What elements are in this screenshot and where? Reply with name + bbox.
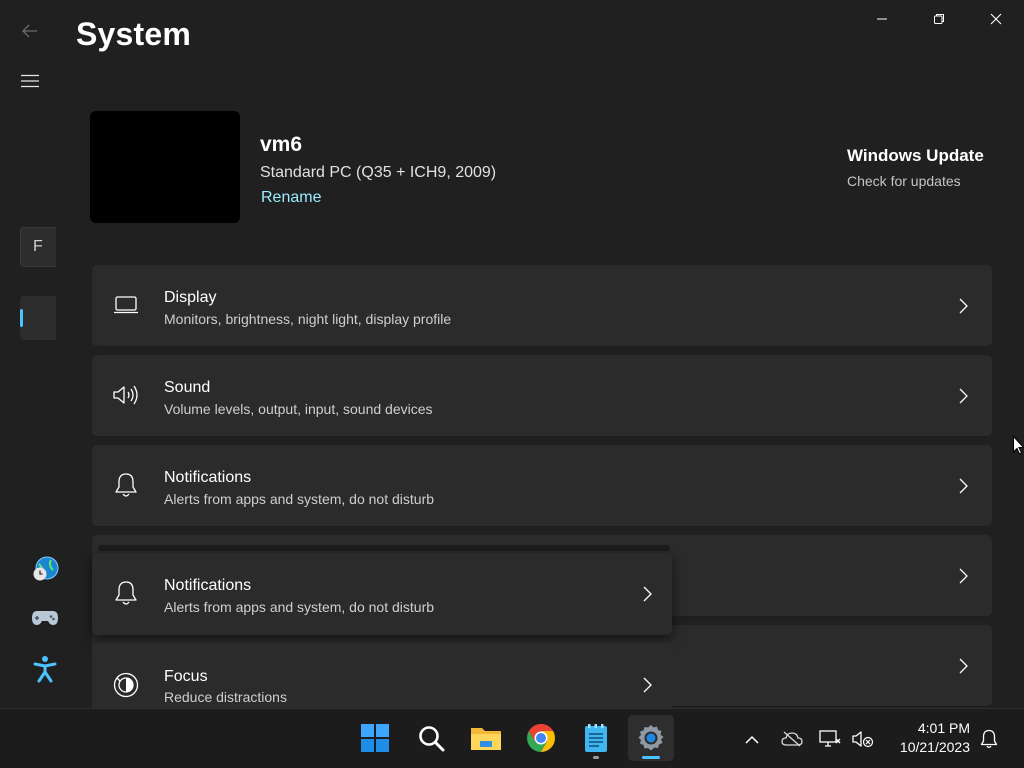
clock-date: 10/21/2023 xyxy=(899,739,970,755)
restore-icon xyxy=(933,14,944,24)
chevron-right-icon xyxy=(956,656,970,676)
page-title: System xyxy=(76,16,192,52)
card-notifications[interactable]: Notifications Alerts from apps and syste… xyxy=(92,445,992,527)
taskbar: 4:01 PM 10/21/2023 xyxy=(0,708,1024,768)
clock[interactable]: 4:01 PM 10/21/2023 xyxy=(880,719,970,757)
rename-link[interactable]: Rename xyxy=(261,189,321,207)
app-running-indicator xyxy=(593,756,599,759)
onedrive-icon xyxy=(781,731,803,747)
speaker-icon xyxy=(112,381,140,409)
taskbar-notepad[interactable] xyxy=(573,715,619,761)
card-subtitle: Reduce distractions xyxy=(164,689,287,705)
nav-gaming[interactable] xyxy=(30,603,60,633)
network-icon xyxy=(819,730,841,747)
card-title: Notifications xyxy=(164,577,252,594)
chrome-icon xyxy=(527,724,555,752)
file-explorer-icon xyxy=(471,728,501,750)
chevron-right-icon xyxy=(956,476,970,496)
chevron-up-icon xyxy=(745,735,759,744)
caption-buttons xyxy=(853,0,1024,38)
windows-update-subtitle: Check for updates xyxy=(847,173,961,189)
device-name: vm6 xyxy=(260,133,303,156)
chevron-right-icon xyxy=(956,386,970,406)
nav-accessibility[interactable] xyxy=(30,654,60,684)
taskbar-file-explorer[interactable] xyxy=(463,715,509,761)
bell-icon xyxy=(980,729,998,749)
hamburger-menu-button[interactable] xyxy=(14,68,46,94)
card-focus[interactable]: Focus Reduce distractions xyxy=(92,643,672,708)
restore-button[interactable] xyxy=(910,0,967,38)
chevron-right-icon xyxy=(640,675,654,695)
tray-onedrive[interactable] xyxy=(780,727,804,751)
focus-icon xyxy=(112,671,140,699)
bell-icon xyxy=(112,579,140,607)
nav-search-box[interactable]: F xyxy=(20,227,56,267)
card-subtitle: Alerts from apps and system, do not dist… xyxy=(164,599,435,615)
chevron-right-icon xyxy=(956,296,970,316)
settings-window: F System vm6 Standard PC (Q35 + ICH9, 20… xyxy=(0,0,1024,708)
gamepad-icon xyxy=(32,611,58,625)
settings-icon xyxy=(638,725,664,751)
clock-time: 4:01 PM xyxy=(917,720,970,736)
notification-center-button[interactable] xyxy=(977,727,1001,751)
chevron-right-icon xyxy=(640,584,654,604)
close-icon xyxy=(990,13,1001,25)
start-icon xyxy=(361,724,389,752)
drag-ghost-shadow xyxy=(98,545,670,551)
nav-time-language[interactable] xyxy=(30,554,60,584)
globe-clock-icon xyxy=(33,556,59,581)
card-subtitle: Volume levels, output, input, sound devi… xyxy=(164,401,433,417)
card-subtitle: Alerts from apps and system, do not dist… xyxy=(164,491,435,507)
taskbar-chrome[interactable] xyxy=(518,715,564,761)
card-notifications-overlay[interactable]: Notifications Alerts from apps and syste… xyxy=(92,553,672,635)
windows-update-title[interactable]: Windows Update xyxy=(847,146,984,166)
taskbar-settings[interactable] xyxy=(628,715,674,761)
monitor-icon xyxy=(112,291,140,319)
minimize-button[interactable] xyxy=(853,0,910,38)
search-stub-text: F xyxy=(33,238,43,255)
volume-muted-icon xyxy=(852,731,874,748)
nav-item-system[interactable] xyxy=(20,296,56,340)
selection-indicator xyxy=(20,309,23,327)
tray-network[interactable] xyxy=(818,727,842,751)
mouse-pointer-icon xyxy=(1013,436,1024,455)
chevron-right-icon xyxy=(956,566,970,586)
back-arrow-icon xyxy=(22,24,37,38)
card-subtitle: Monitors, brightness, night light, displ… xyxy=(164,311,452,327)
search-icon xyxy=(419,726,445,752)
start-button[interactable] xyxy=(352,715,398,761)
back-button[interactable] xyxy=(14,18,46,44)
tray-volume[interactable] xyxy=(851,727,875,751)
card-title: Sound xyxy=(164,379,211,396)
notepad-icon xyxy=(585,724,607,752)
close-button[interactable] xyxy=(967,0,1024,38)
app-active-indicator xyxy=(642,756,660,759)
hamburger-icon xyxy=(21,74,39,88)
device-model: Standard PC (Q35 + ICH9, 2009) xyxy=(260,164,497,181)
bell-icon xyxy=(112,471,140,499)
taskbar-search-button[interactable] xyxy=(408,715,454,761)
card-title: Focus xyxy=(164,668,208,685)
minimize-icon xyxy=(876,18,887,20)
card-display[interactable]: Display Monitors, brightness, night ligh… xyxy=(92,265,992,347)
tray-overflow-button[interactable] xyxy=(740,727,764,751)
card-sound[interactable]: Sound Volume levels, output, input, soun… xyxy=(92,355,992,437)
device-thumbnail xyxy=(90,111,240,223)
accessibility-icon xyxy=(33,656,57,683)
card-title: Display xyxy=(164,289,217,306)
card-title: Notifications xyxy=(164,469,252,486)
